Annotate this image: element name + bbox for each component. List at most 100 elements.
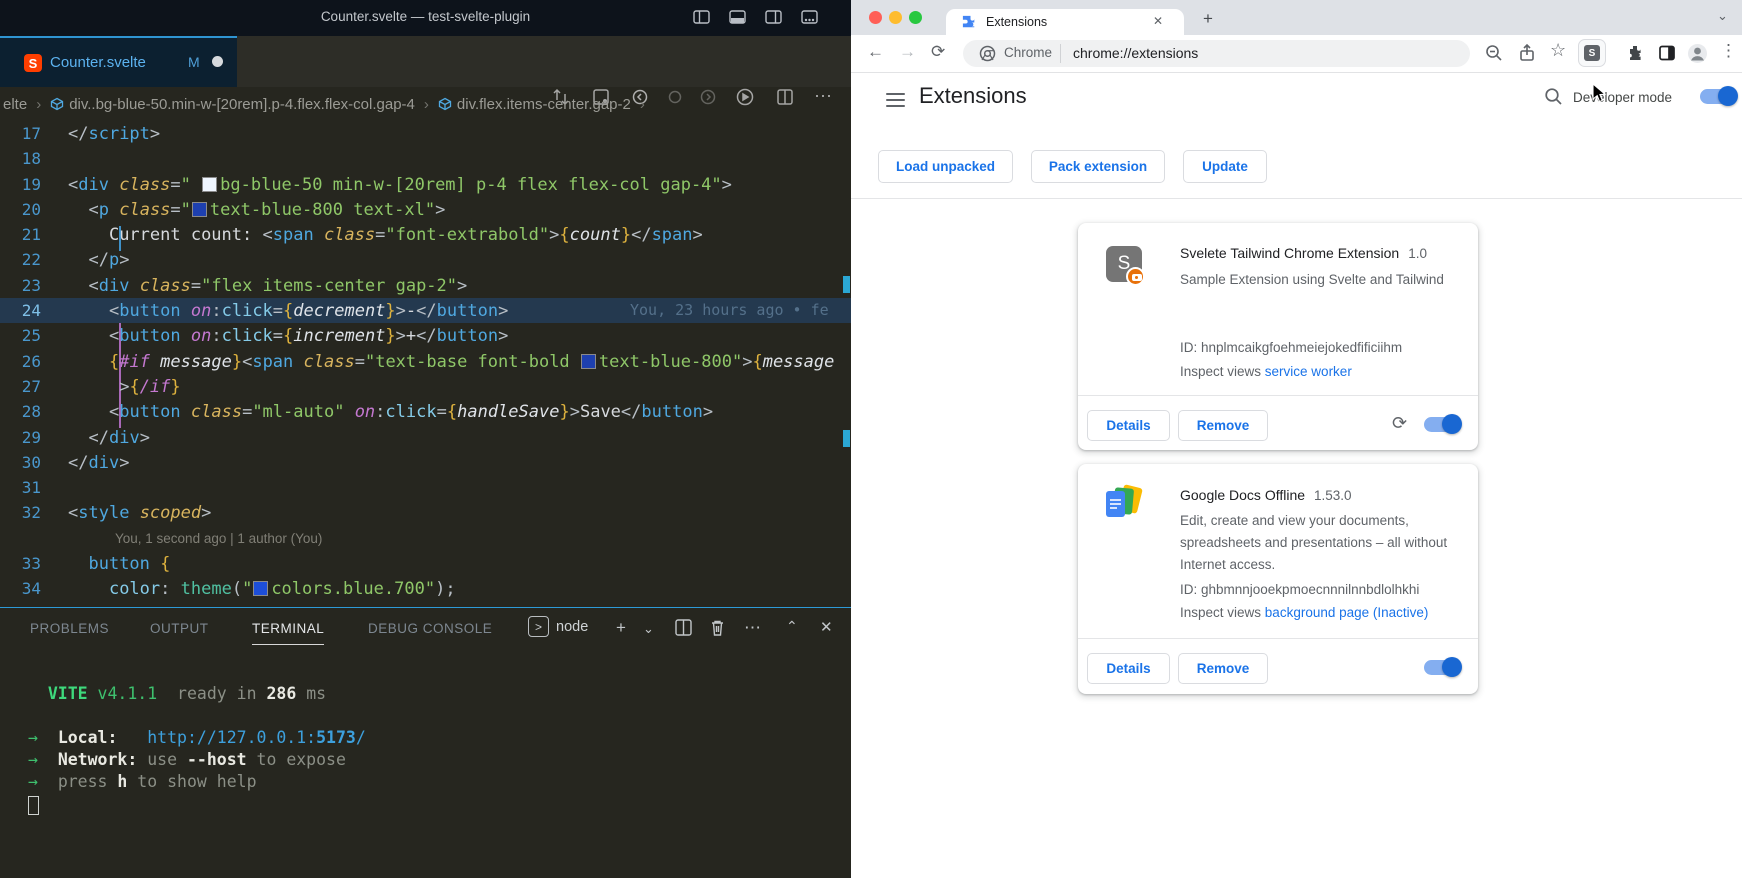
code-line[interactable]: 22 </p>: [0, 247, 851, 272]
macos-zoom-icon[interactable]: [909, 11, 922, 24]
split-terminal-icon[interactable]: [674, 618, 693, 637]
code-line[interactable]: 30</div>: [0, 450, 851, 475]
line-number: 22: [0, 247, 68, 272]
load-unpacked-button[interactable]: Load unpacked: [878, 150, 1013, 183]
svelte-extension-action-icon[interactable]: S: [1578, 39, 1606, 67]
extensions-favicon-icon: [961, 14, 977, 30]
line-number: 20: [0, 197, 68, 222]
terminal-icon: >: [528, 616, 549, 637]
breadcrumb-item[interactable]: div.flex.items-center.gap-2: [438, 96, 631, 113]
code-line[interactable]: 34 color: theme("colors.blue.700");: [0, 576, 851, 601]
back-icon[interactable]: ←: [867, 42, 884, 62]
code-line[interactable]: 29 </div>: [0, 425, 851, 450]
extension-name: Svelete Tailwind Chrome Extension: [1180, 245, 1399, 261]
code-line[interactable]: 17</script>: [0, 121, 851, 146]
bookmark-star-icon[interactable]: ☆: [1550, 40, 1570, 60]
background-page-link[interactable]: background page (Inactive): [1265, 605, 1429, 620]
details-button[interactable]: Details: [1087, 653, 1170, 684]
tab-close-icon[interactable]: ✕: [1153, 14, 1163, 28]
code-line[interactable]: 24 <button on:click={decrement}>-</butto…: [0, 298, 851, 323]
blame-annotation-row[interactable]: You, 1 second ago | 1 author (You): [0, 526, 851, 551]
new-tab-icon[interactable]: +: [1203, 9, 1213, 29]
toggle-panel-icon[interactable]: [729, 10, 746, 24]
code-line[interactable]: 28 <button class="ml-auto" on:click={han…: [0, 399, 851, 424]
maximize-panel-icon[interactable]: ⌃: [786, 618, 798, 635]
code-line[interactable]: 23 <div class="flex items-center gap-2">: [0, 273, 851, 298]
profile-avatar[interactable]: [1687, 43, 1707, 63]
remove-button[interactable]: Remove: [1178, 410, 1268, 441]
terminal-process-selector[interactable]: > node: [528, 616, 588, 637]
address-bar[interactable]: Chrome chrome://extensions: [963, 40, 1470, 67]
extension-enabled-toggle[interactable]: [1424, 417, 1460, 432]
pack-extension-button[interactable]: Pack extension: [1031, 150, 1165, 183]
terminal-line: → press h to show help: [0, 771, 851, 793]
chrome-logo-icon: [979, 45, 996, 62]
panel-tab-output[interactable]: OUTPUT: [150, 621, 209, 636]
color-swatch-icon: [581, 354, 596, 369]
update-button[interactable]: Update: [1183, 150, 1267, 183]
remove-button[interactable]: Remove: [1178, 653, 1268, 684]
extensions-puzzle-icon[interactable]: [1625, 43, 1645, 63]
terminal-process-label: node: [556, 619, 588, 635]
site-chip-label: Chrome: [1004, 45, 1052, 60]
extension-id: ID: ghbmnnjooekpmoecnnnilnnbdlolhkhi: [1180, 579, 1458, 601]
code-line[interactable]: 21 Current count: <span class="font-extr…: [0, 222, 851, 247]
reload-icon[interactable]: ⟳: [931, 42, 945, 62]
kill-terminal-icon[interactable]: [708, 618, 727, 637]
header-divider: [851, 198, 1742, 199]
page-title: Extensions: [919, 83, 1027, 109]
terminal-dropdown-icon[interactable]: ⌄: [643, 621, 654, 637]
code-line[interactable]: 20 <p class="text-blue-800 text-xl">: [0, 197, 851, 222]
service-worker-link[interactable]: service worker: [1265, 364, 1352, 379]
close-panel-icon[interactable]: ✕: [820, 618, 833, 636]
macos-close-icon[interactable]: [869, 11, 882, 24]
code-editor[interactable]: 17</script>1819<div class=" bg-blue-50 m…: [0, 121, 851, 607]
code-line[interactable]: 32<style scoped>: [0, 500, 851, 525]
code-line[interactable]: 27 >{/if}: [0, 374, 851, 399]
git-modified-badge: M: [188, 54, 200, 70]
macos-minimize-icon[interactable]: [889, 11, 902, 24]
panel-more-icon[interactable]: ⋯: [744, 618, 761, 638]
code-line[interactable]: 31: [0, 475, 851, 500]
side-panel-icon[interactable]: [1657, 43, 1677, 63]
line-number: 32: [0, 500, 68, 525]
extension-name: Google Docs Offline: [1180, 487, 1305, 503]
reload-extension-icon[interactable]: ⟳: [1392, 413, 1407, 434]
line-number: 28: [0, 399, 68, 424]
chrome-window: Extensions ✕ + ⌄ ← → ⟳ Chrome chrome://e…: [851, 0, 1742, 878]
breadcrumb-separator-icon: ›: [36, 96, 41, 113]
window-title: Counter.svelte — test-svelte-plugin: [0, 9, 851, 24]
code-line[interactable]: 19<div class=" bg-blue-50 min-w-[20rem] …: [0, 172, 851, 197]
details-button[interactable]: Details: [1087, 410, 1170, 441]
chrome-menu-icon[interactable]: ⋮: [1720, 41, 1740, 61]
panel-tab-terminal[interactable]: TERMINAL: [252, 621, 324, 645]
tab-counter-svelte[interactable]: S Counter.svelte M: [0, 36, 237, 87]
toggle-sidebar-icon[interactable]: [693, 10, 710, 24]
forward-icon[interactable]: →: [899, 42, 916, 62]
breadcrumb-item[interactable]: div..bg-blue-50.min-w-[20rem].p-4.flex.f…: [50, 96, 415, 113]
menu-hamburger-icon[interactable]: [886, 93, 905, 107]
share-icon[interactable]: [1517, 43, 1537, 63]
breadcrumb-item[interactable]: elte: [3, 96, 27, 113]
code-line[interactable]: 26 {#if message}<span class="text-base f…: [0, 349, 851, 374]
tab-extensions[interactable]: Extensions ✕: [946, 9, 1184, 35]
customize-layout-icon[interactable]: [801, 10, 818, 24]
new-terminal-icon[interactable]: +: [616, 618, 626, 638]
terminal-output[interactable]: VITE v4.1.1 ready in 286 ms→ Local: http…: [0, 683, 851, 793]
tab-search-icon[interactable]: ⌄: [1717, 8, 1728, 24]
extension-enabled-toggle[interactable]: [1424, 660, 1460, 675]
breadcrumb[interactable]: elte › div..bg-blue-50.min-w-[20rem].p-4.f…: [0, 87, 851, 121]
card-divider: [1078, 395, 1478, 396]
unsaved-dot-icon[interactable]: [212, 56, 223, 67]
developer-mode-toggle[interactable]: [1700, 89, 1736, 104]
toggle-secondary-sidebar-icon[interactable]: [765, 10, 782, 24]
line-number: 26: [0, 349, 68, 374]
zoom-icon[interactable]: [1484, 43, 1504, 63]
code-line[interactable]: 18: [0, 146, 851, 171]
url-text[interactable]: chrome://extensions: [1073, 45, 1198, 61]
code-line[interactable]: 33 button {: [0, 551, 851, 576]
panel-tab-problems[interactable]: PROBLEMS: [30, 621, 109, 636]
search-icon[interactable]: [1544, 87, 1563, 106]
code-line[interactable]: 25 <button on:click={increment}>+</butto…: [0, 323, 851, 348]
panel-tab-debug-console[interactable]: DEBUG CONSOLE: [368, 621, 492, 636]
